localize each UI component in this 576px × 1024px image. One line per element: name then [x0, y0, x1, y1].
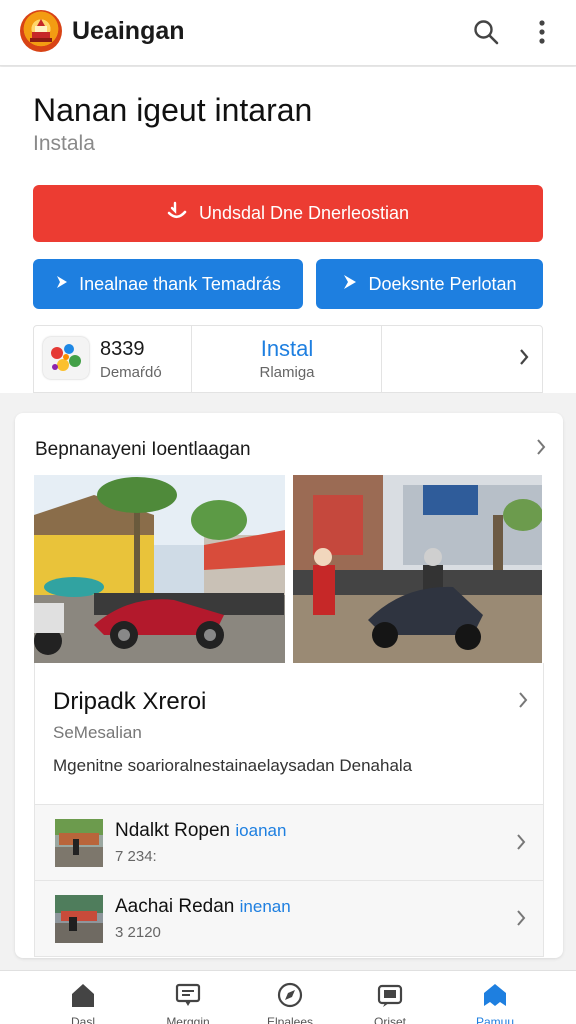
- secondary-button-left[interactable]: Inealnae thank Temadrás: [33, 259, 303, 309]
- list-item-title: Ndalkt Ropen ioanan: [115, 820, 287, 841]
- feature-subtitle: SeMesalian: [53, 723, 142, 742]
- stat-install[interactable]: Instal Rlamiga: [192, 326, 382, 392]
- nav-label: Pamuu: [475, 1015, 515, 1024]
- secondary-button-right-label: Doeksnte Perlotan: [368, 273, 517, 294]
- chevron-right-icon: [515, 832, 527, 857]
- list-item[interactable]: Ndalkt Ropen ioanan 7 234:: [34, 805, 544, 881]
- list-item-meta: 7 234:: [115, 848, 157, 865]
- feature-description: Mgenitne soarioralnestainaelaysadan Dena…: [53, 756, 413, 775]
- chat-icon: [377, 984, 403, 1007]
- nav-label: Merggin: [166, 1015, 210, 1024]
- primary-install-label: Undsdal Dne Dnerleostian: [198, 203, 410, 223]
- stat-install-label: Rlamiga: [259, 364, 315, 381]
- section-card: Bepnanayeni Ioentlaagan Dripadk Xreroi S…: [15, 413, 563, 958]
- app-header-card: Nanan igeut intaran Instala Undsdal Dne …: [0, 67, 576, 393]
- message-icon: [175, 983, 201, 1006]
- chevron-right-icon: [515, 908, 527, 933]
- secondary-button-right[interactable]: Doeksnte Perlotan: [316, 259, 543, 309]
- nav-item-home[interactable]: Dasl: [33, 971, 133, 1024]
- nav-label: Oriset: [373, 1015, 406, 1024]
- list-item-accent: inenan: [239, 897, 291, 916]
- market-scooters-photo[interactable]: [293, 475, 542, 663]
- star-icon: [484, 984, 506, 1006]
- list-item-meta: 3 2120: [115, 924, 161, 941]
- play-arrow-icon: [342, 273, 358, 296]
- stat-count: 8339 Demaŕdó: [34, 326, 192, 392]
- secondary-button-left-label: Inealnae thank Temadrás: [79, 273, 281, 294]
- nav-label: Elpalees: [266, 1015, 314, 1024]
- more-vertical-icon[interactable]: [524, 14, 560, 50]
- photo-gallery: [34, 475, 544, 663]
- stat-install-value: Instal: [260, 336, 314, 361]
- app-icon: [43, 337, 89, 379]
- stat-count-value: 8339: [100, 338, 145, 360]
- chevron-right-icon: [518, 347, 530, 372]
- download-icon: [167, 201, 189, 226]
- stat-more[interactable]: [382, 326, 542, 392]
- chevron-right-icon: [517, 690, 529, 715]
- nav-item-chat[interactable]: Oriset: [340, 971, 440, 1024]
- section-title: Bepnanayeni Ioentlaagan: [35, 439, 251, 460]
- list-item[interactable]: Aachai Redan inenan 3 2120: [34, 881, 544, 957]
- list-thumbnail: [55, 895, 103, 943]
- play-arrow-icon: [55, 274, 69, 295]
- primary-install-button[interactable]: Undsdal Dne Dnerleostian: [33, 185, 543, 242]
- list-thumbnail: [55, 819, 103, 867]
- nav-item-messages[interactable]: Merggin: [138, 971, 238, 1024]
- list-item-title: Aachai Redan inenan: [115, 896, 291, 917]
- list-item-accent: ioanan: [235, 821, 287, 840]
- explore-icon: [277, 982, 303, 1008]
- app-subtitle: Instala: [33, 132, 95, 155]
- nav-item-explore[interactable]: Elpalees: [240, 971, 340, 1024]
- search-icon[interactable]: [468, 14, 504, 50]
- chevron-right-icon[interactable]: [535, 437, 547, 462]
- bottom-navigation: Dasl Merggin Elpalees Oriset Pamuu: [0, 970, 576, 1024]
- nav-label: Dasl: [70, 1015, 95, 1024]
- app-stats-row: 8339 Demaŕdó Instal Rlamiga: [33, 325, 543, 393]
- app-title: Ueaingan: [72, 17, 185, 45]
- temple-logo-icon[interactable]: [20, 10, 62, 52]
- street-scooters-photo[interactable]: [34, 475, 285, 663]
- home-icon: [72, 984, 94, 1007]
- feature-title: Dripadk Xreroi: [53, 688, 207, 715]
- top-app-bar: Ueaingan: [0, 0, 576, 66]
- feature-item[interactable]: Dripadk Xreroi SeMesalian Mgenitne soari…: [34, 663, 544, 805]
- app-name: Nanan igeut intaran: [33, 92, 313, 128]
- stat-count-label: Demaŕdó: [100, 364, 162, 381]
- nav-item-active[interactable]: Pamuu: [445, 971, 545, 1024]
